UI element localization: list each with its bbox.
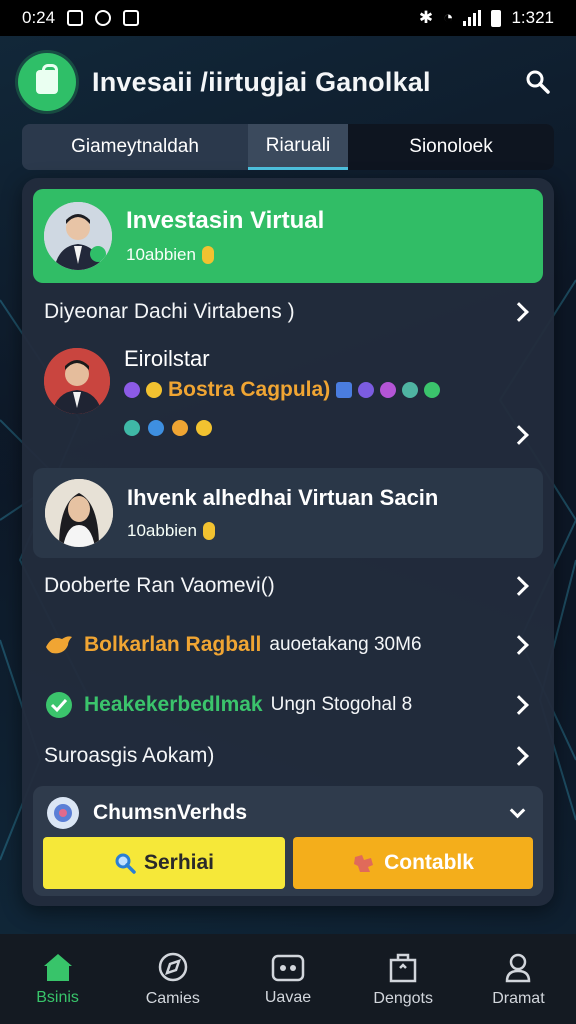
app-logo-icon (18, 53, 76, 111)
list-item-detail: Ungn Stogohal 8 (270, 694, 413, 715)
bag-icon (389, 953, 417, 983)
page-title: Invesaii /iirtugjai Ganolkal (92, 66, 431, 97)
bottom-navigation: Bsinis Camies Uavae Dengots Dramat (0, 934, 576, 1024)
bluetooth-icon: ✱ (418, 8, 434, 27)
nav-profile[interactable]: Dramat (461, 934, 576, 1024)
battery-icon (491, 9, 502, 27)
contact-label: Contablk (384, 851, 474, 874)
profile-icons (124, 420, 212, 436)
wallet-icon (271, 954, 305, 982)
status-time-right: 1:321 (511, 8, 554, 27)
profile-icon (506, 953, 531, 983)
chevron-right-icon (509, 302, 529, 322)
edit-icon (336, 382, 353, 398)
profile-tags: Bostra Cagpula) (124, 378, 441, 402)
list-item-highlight: Heakekerbedlmak (84, 693, 263, 716)
main-panel: Investasin Virtual 10abbien Diyeonar Dac… (22, 178, 554, 906)
drop-icon (196, 420, 212, 436)
nav-home[interactable]: Bsinis (0, 934, 115, 1024)
avatar (45, 479, 113, 547)
nav-label: Dramat (492, 990, 545, 1007)
tab-active[interactable]: Riaruali (248, 124, 348, 170)
tab-stocks[interactable]: Sionoloek (348, 124, 554, 170)
chevron-right-icon (509, 576, 529, 596)
home-icon (43, 954, 72, 981)
badge-icon (380, 382, 397, 398)
compass-icon (158, 952, 188, 982)
search-icon (115, 853, 136, 874)
plant-icon (124, 420, 140, 436)
bird-icon (46, 636, 72, 654)
list-item-label: Suroasgis Aokam) (44, 744, 215, 767)
status-bar: 0:24 ✱ ◔ 1:321 (0, 0, 576, 36)
search-button[interactable] (518, 62, 558, 102)
nav-label: Dengots (373, 990, 433, 1007)
dropdown-toggle[interactable]: ChumsnVerhds (47, 796, 529, 830)
nav-label: Camies (145, 990, 200, 1007)
profile-item[interactable]: Eiroilstar Bostra Cagpula) (44, 346, 532, 456)
list-item[interactable]: Heakekerbedlmak Ungn Stogohal 8 (44, 690, 532, 720)
puzzle-icon (354, 855, 374, 872)
chevron-right-icon (509, 746, 529, 766)
dropdown-panel: ChumsnVerhds Serhiai Contablk (33, 786, 543, 896)
avatar (44, 348, 110, 414)
nav-games[interactable]: Camies (115, 934, 230, 1024)
list-item[interactable]: Diyeonar Dachi Virtabens ) (44, 300, 532, 324)
clock: 0:24 (22, 8, 56, 27)
list-item-highlight: Bolkarlan Ragball (84, 633, 262, 656)
list-item[interactable]: Dooberte Ran Vaomevi() (44, 574, 532, 598)
contact-button[interactable]: Contablk (293, 837, 533, 889)
message-notification-icon (123, 10, 140, 26)
list-item[interactable]: Suroasgis Aokam) (44, 744, 532, 768)
badge-icon (424, 382, 441, 398)
chevron-right-icon (509, 425, 529, 445)
featured-card[interactable]: Investasin Virtual 10abbien (33, 189, 543, 283)
member-card[interactable]: Ihvenk alhedhai Virtuan Sacin 10abbien (33, 468, 543, 558)
tab-bar: Giameytnaldah Riaruali Sionoloek (22, 124, 554, 170)
moon-icon (146, 382, 162, 398)
search-action-label: Serhiai (143, 851, 215, 874)
search-action-button[interactable]: Serhiai (43, 837, 285, 889)
list-item[interactable]: Bolkarlan Ragball auoetakang 30M6 (44, 633, 532, 657)
dropdown-label: ChumsnVerhds (93, 801, 248, 824)
badge-icon (358, 382, 375, 398)
bird-notification-icon (95, 10, 112, 26)
list-item-label: Diyeonar Dachi Virtabens ) (44, 300, 295, 323)
check-circle-icon (46, 692, 72, 718)
nav-label: Bsinis (36, 989, 79, 1006)
chevron-down-icon (509, 802, 526, 818)
badge-icon (402, 382, 419, 398)
coin-icon (202, 522, 215, 540)
tab-games[interactable]: Giameytnaldah (22, 124, 248, 170)
search-icon (526, 70, 550, 94)
globe-icon (47, 797, 79, 829)
chevron-right-icon (509, 695, 529, 715)
featured-title: Investasin Virtual (126, 207, 325, 234)
featured-subtitle: 10abbien (126, 245, 196, 264)
avatar (44, 202, 112, 270)
member-title: Ihvenk alhedhai Virtuan Sacin (127, 485, 439, 510)
photo-notification-icon (67, 10, 84, 26)
member-subtitle: 10abbien (127, 521, 197, 540)
badge-icon (124, 382, 140, 398)
list-item-detail: auoetakang 30M6 (269, 634, 422, 655)
coin-icon (201, 246, 214, 264)
nav-shopping[interactable]: Dengots (346, 934, 461, 1024)
signal-icon (463, 10, 482, 26)
wifi-icon: ◔ (443, 8, 454, 27)
profile-name: Eiroilstar (124, 346, 210, 371)
nav-label: Uavae (264, 989, 312, 1006)
leaf-icon (172, 420, 188, 436)
profile-tag-label: Bostra Cagpula) (168, 378, 331, 401)
diamond-icon (148, 420, 164, 436)
chevron-right-icon (509, 635, 529, 655)
list-item-label: Dooberte Ran Vaomevi() (44, 574, 275, 597)
app-header: Invesaii /iirtugjai Ganolkal (18, 46, 558, 118)
nav-wallet[interactable]: Uavae (230, 934, 345, 1024)
